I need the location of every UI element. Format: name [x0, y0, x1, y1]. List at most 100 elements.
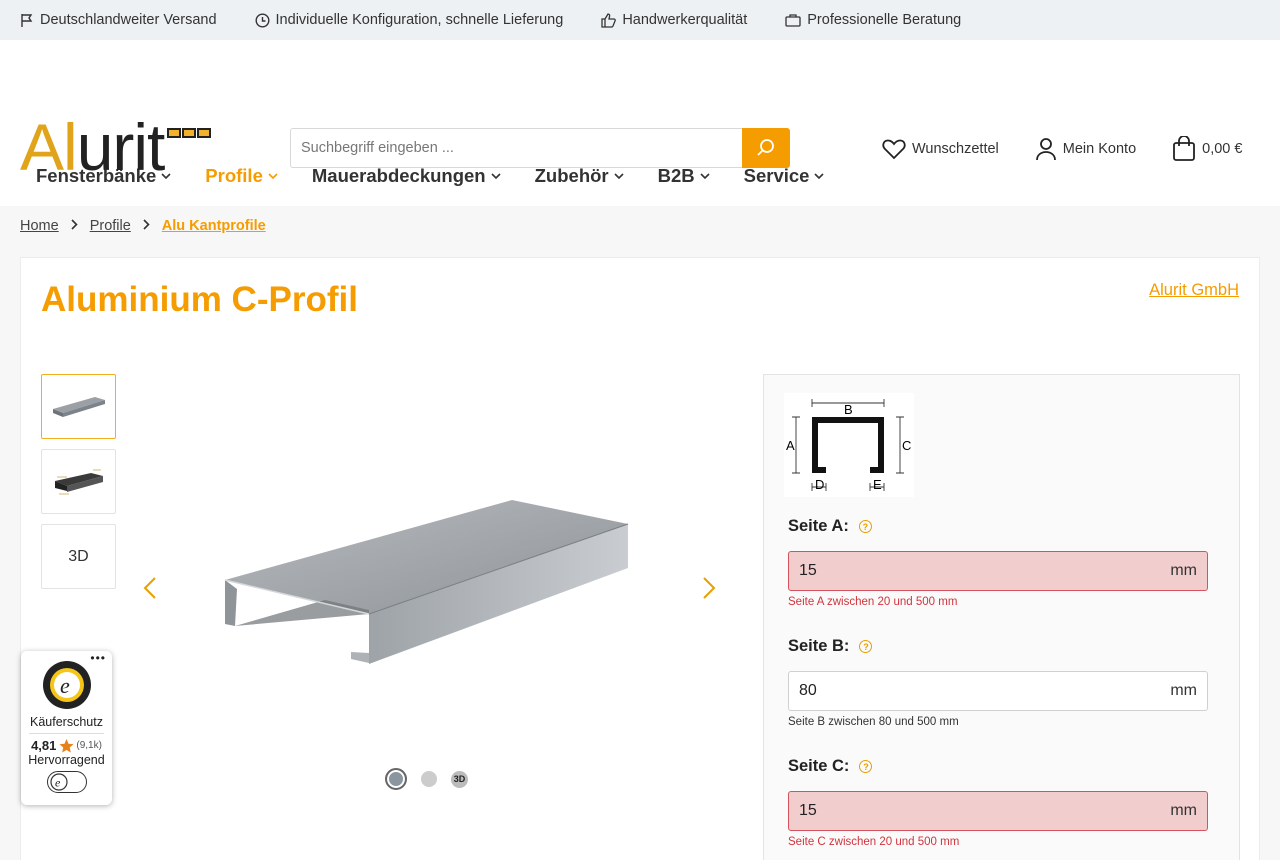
chevron-right-icon	[143, 218, 150, 234]
search-input[interactable]: Suchbegriff eingeben ...	[290, 128, 742, 168]
nav-item-zubehoer[interactable]: Zubehör	[535, 165, 624, 187]
usp-configuration: Individuelle Konfiguration, schnelle Lie…	[255, 12, 564, 28]
logo-text-a: Al	[20, 110, 78, 184]
field-label: Seite B:	[788, 637, 850, 655]
nav-item-mauerabdeckungen[interactable]: Mauerabdeckungen	[312, 165, 501, 187]
gallery-prev-arrow[interactable]	[143, 576, 157, 600]
unit-label: mm	[1170, 802, 1197, 819]
thumbnail-3d-label: 3D	[68, 547, 89, 565]
wishlist-label: Wunschzettel	[912, 141, 999, 157]
alurit-logo[interactable]: Alurit	[20, 114, 212, 180]
gallery-next-arrow[interactable]	[702, 576, 716, 600]
svg-text:e: e	[60, 673, 70, 698]
gallery-dot-3d-label: 3D	[453, 774, 466, 784]
field-seite-b: Seite B:? 80 mm Seite B zwischen 80 und 5…	[788, 637, 1208, 728]
search-button[interactable]	[742, 128, 790, 168]
account-link[interactable]: Mein Konto	[1035, 137, 1136, 161]
usp-label: Individuelle Konfiguration, schnelle Lie…	[275, 12, 564, 28]
logo-boxes	[167, 128, 212, 138]
seite-c-input[interactable]: 15 mm	[788, 791, 1208, 831]
badge-toggle[interactable]: e	[46, 771, 87, 793]
nav-item-profile[interactable]: Profile	[205, 165, 278, 187]
input-value: 15	[799, 802, 817, 819]
nav-item-b2b[interactable]: B2B	[658, 165, 710, 187]
breadcrumb-home[interactable]: Home	[20, 218, 59, 234]
badge-rating: 4,81 (9,1k)	[21, 738, 112, 753]
gallery-dots: 3D	[385, 768, 482, 790]
chevron-right-icon	[71, 218, 78, 234]
cart-total: 0,00 €	[1202, 141, 1243, 157]
diagram-label-a: A	[786, 438, 795, 453]
wishlist-link[interactable]: Wunschzettel	[882, 138, 999, 160]
breadcrumb-profile[interactable]: Profile	[90, 218, 131, 234]
chevron-down-icon	[491, 172, 501, 179]
user-icon	[1035, 138, 1056, 161]
search-icon	[757, 139, 774, 156]
validation-message: Seite C zwischen 20 und 500 mm	[788, 836, 960, 848]
more-options-icon[interactable]: •••	[90, 651, 106, 665]
nav-label: Profile	[205, 165, 263, 186]
field-label: Seite A:	[788, 517, 849, 535]
configurator-panel: B A C D E Seite A:? 15 mm Seite A zwische…	[763, 374, 1240, 860]
trusted-shops-badge[interactable]: ••• e Käuferschutz 4,81 (9,1k) Hervorrag…	[21, 651, 112, 805]
help-icon[interactable]: ?	[859, 640, 873, 653]
breadcrumb-current[interactable]: Alu Kantprofile	[162, 218, 266, 234]
usp-label: Deutschlandweiter Versand	[40, 12, 217, 28]
thumbnail-profile-image[interactable]	[41, 374, 116, 439]
field-seite-c: Seite C:? 15 mm Seite C zwischen 20 und 5…	[788, 757, 1208, 848]
nav-label: Mauerabdeckungen	[311, 165, 486, 186]
product-card: Aluminium C-Profil Alurit GmbH 3D 3D B A…	[20, 257, 1260, 860]
diagram-label-d: D	[815, 477, 824, 492]
thumbnail-dimension-image[interactable]	[41, 449, 116, 514]
thumbs-up-icon	[601, 12, 617, 28]
unit-label: mm	[1170, 562, 1197, 579]
rating-value: 4,81	[31, 738, 57, 753]
trusted-shops-seal-icon: e	[42, 661, 91, 709]
clock-icon	[255, 12, 270, 28]
nav-label: B2B	[657, 165, 695, 186]
svg-text:e: e	[55, 776, 61, 790]
shopping-bag-icon	[1173, 136, 1196, 161]
input-value: 15	[799, 562, 817, 579]
chevron-down-icon	[268, 172, 278, 179]
site-header: Alurit Suchbegriff eingeben ... Wunschze…	[0, 40, 1280, 180]
usp-shipping: Deutschlandweiter Versand	[20, 12, 217, 28]
thumbnail-3d[interactable]: 3D	[41, 524, 116, 589]
heart-icon	[882, 139, 906, 160]
field-seite-a: Seite A:? 15 mm Seite A zwischen 20 und 5…	[788, 517, 1208, 608]
c-profile-dimension-diagram: B A C D E	[784, 393, 914, 497]
product-title: Aluminium C-Profil	[41, 280, 358, 319]
usp-bar: Deutschlandweiter Versand Individuelle K…	[0, 0, 1280, 40]
help-icon[interactable]: ?	[859, 760, 873, 773]
seite-b-input[interactable]: 80 mm	[788, 671, 1208, 711]
seite-a-input[interactable]: 15 mm	[788, 551, 1208, 591]
nav-label: Zubehör	[534, 165, 609, 186]
diagram-label-c: C	[902, 438, 911, 453]
trusted-shops-e-icon: e	[49, 773, 68, 791]
gallery-dot-3d[interactable]: 3D	[451, 770, 468, 788]
nav-label: Service	[743, 165, 810, 186]
gallery-dot[interactable]	[421, 771, 437, 787]
chevron-down-icon	[700, 172, 710, 179]
validation-message: Seite A zwischen 20 und 500 mm	[788, 596, 958, 608]
help-icon[interactable]: ?	[858, 520, 872, 533]
star-icon	[59, 738, 74, 752]
search-bar: Suchbegriff eingeben ...	[290, 128, 790, 168]
unit-label: mm	[1170, 682, 1197, 699]
nav-item-service[interactable]: Service	[744, 165, 825, 187]
field-hint: Seite B zwischen 80 und 500 mm	[788, 716, 959, 728]
usp-label: Handwerkerqualität	[622, 12, 748, 28]
c-profile-dimension-thumbnail	[54, 469, 103, 494]
cart-link[interactable]: 0,00 €	[1172, 136, 1242, 162]
usp-label: Professionelle Beratung	[807, 12, 962, 28]
flag-icon	[21, 13, 33, 27]
breadcrumb: Home Profile Alu Kantprofile	[20, 218, 266, 234]
account-label: Mein Konto	[1062, 141, 1137, 157]
briefcase-icon	[785, 14, 801, 27]
manufacturer-link[interactable]: Alurit GmbH	[1149, 281, 1239, 300]
thumbnail-list: 3D	[41, 374, 116, 599]
product-main-image	[224, 500, 629, 664]
content-area: Home Profile Alu Kantprofile Aluminium C…	[0, 206, 1280, 860]
gallery-dot-active[interactable]	[385, 768, 407, 790]
logo-text-b: urit	[76, 110, 166, 184]
